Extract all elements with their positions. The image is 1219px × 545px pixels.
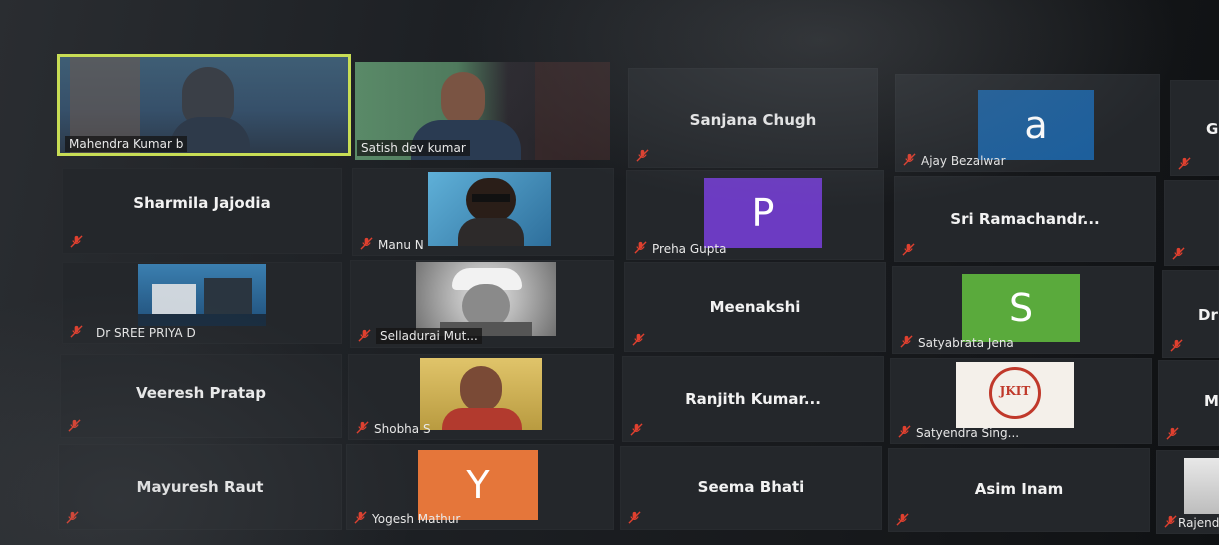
participant-tile-m[interactable]: M xyxy=(1158,360,1219,446)
participant-name: Dr xyxy=(1198,306,1218,324)
participant-tile-sharmila[interactable]: Sharmila Jajodia xyxy=(62,168,342,254)
participant-tile-yogesh[interactable]: Y Yogesh Mathur xyxy=(346,444,614,530)
participant-name: M xyxy=(1204,392,1219,410)
mic-muted-icon xyxy=(66,511,79,524)
mic-muted-icon xyxy=(68,419,81,432)
profile-photo xyxy=(420,358,542,430)
participant-name: Asim Inam xyxy=(974,480,1064,498)
mic-muted-icon xyxy=(1166,427,1179,440)
mic-muted-icon xyxy=(903,153,916,166)
participant-tile-sree-priya[interactable]: Dr SREE PRIYA D xyxy=(62,262,342,344)
participant-tile-veeresh[interactable]: Veeresh Pratap xyxy=(60,354,342,438)
mic-muted-icon xyxy=(354,511,367,524)
participant-name: Veeresh Pratap xyxy=(135,384,267,402)
participant-tile-satyendra[interactable]: JKIT Satyendra Sing... xyxy=(890,358,1152,444)
participant-tile-satyabrata[interactable]: S Satyabrata Jena xyxy=(892,266,1154,354)
mic-muted-icon xyxy=(358,329,371,342)
participant-name: Sanjana Chugh xyxy=(689,111,817,129)
mic-muted-icon xyxy=(630,423,643,436)
participant-name: Mahendra Kumar b xyxy=(65,136,188,152)
participant-tile-asim[interactable]: Asim Inam xyxy=(888,448,1150,532)
participant-name: Manu N xyxy=(378,238,424,252)
mic-muted-icon xyxy=(356,421,369,434)
participant-name: Rajend xyxy=(1178,516,1219,530)
participant-tile-satish[interactable]: Satish dev kumar xyxy=(355,62,610,160)
mic-muted-icon xyxy=(1170,339,1183,352)
participant-name: Ajay Bezalwar xyxy=(921,154,1006,168)
participant-tile-manu[interactable]: Manu N xyxy=(352,168,614,256)
mic-muted-icon xyxy=(70,325,83,338)
participant-tile-rajend[interactable]: Rajend xyxy=(1156,450,1219,534)
participant-name: Preha Gupta xyxy=(652,242,727,256)
profile-photo xyxy=(138,264,266,326)
participant-tile-sanjana[interactable]: Sanjana Chugh xyxy=(628,68,878,168)
participant-name: Selladurai Mut... xyxy=(376,328,482,344)
avatar: P xyxy=(704,178,822,248)
participant-tile-mahendra[interactable]: Mahendra Kumar b xyxy=(57,54,351,156)
participant-tile-shobha[interactable]: Shobha S xyxy=(348,354,614,440)
participant-tile-mayuresh[interactable]: Mayuresh Raut xyxy=(58,444,342,530)
avatar: Y xyxy=(418,450,538,520)
mic-muted-icon xyxy=(900,335,913,348)
participant-name: Mayuresh Raut xyxy=(136,478,264,496)
mic-muted-icon xyxy=(902,243,915,256)
participant-tile-seema[interactable]: Seema Bhati xyxy=(620,446,882,530)
participant-name: Ranjith Kumar... xyxy=(685,390,821,408)
participant-name: Yogesh Mathur xyxy=(372,512,461,526)
profile-photo xyxy=(1184,458,1219,514)
participant-name: Seema Bhati xyxy=(697,478,805,496)
participant-tile-ajay[interactable]: a Ajay Bezalwar xyxy=(895,74,1160,172)
gallery-view: Mahendra Kumar b Satish dev kumar Sanjan… xyxy=(0,0,1219,545)
jkit-logo: JKIT xyxy=(956,362,1074,428)
participant-tile-ranjith[interactable]: Ranjith Kumar... xyxy=(622,356,884,442)
participant-name: Satish dev kumar xyxy=(357,140,470,156)
mic-muted-icon xyxy=(1164,515,1177,528)
mic-muted-icon xyxy=(898,425,911,438)
profile-photo xyxy=(416,262,556,336)
participant-name: Satyabrata Jena xyxy=(918,336,1014,350)
participant-tile-partial-r2[interactable] xyxy=(1164,180,1219,266)
participant-tile-sri[interactable]: Sri Ramachandr... xyxy=(894,176,1156,262)
participant-tile-meenakshi[interactable]: Meenakshi xyxy=(624,262,886,352)
avatar: a xyxy=(978,90,1094,160)
participant-name: G xyxy=(1206,120,1219,138)
mic-muted-icon xyxy=(360,237,373,250)
participant-tile-g[interactable]: G xyxy=(1170,80,1219,176)
mic-muted-icon xyxy=(896,513,909,526)
mic-muted-icon xyxy=(636,149,649,162)
participant-name: Dr SREE PRIYA D xyxy=(96,326,196,340)
mic-muted-icon xyxy=(634,241,647,254)
participant-tile-selladurai[interactable]: Selladurai Mut... xyxy=(350,260,614,348)
mic-muted-icon xyxy=(628,511,641,524)
avatar: S xyxy=(962,274,1080,342)
participant-name: Shobha S xyxy=(374,422,431,436)
participant-name: Sharmila Jajodia xyxy=(133,194,271,212)
mic-muted-icon xyxy=(1172,247,1185,260)
mic-muted-icon xyxy=(1178,157,1191,170)
mic-muted-icon xyxy=(70,235,83,248)
mic-muted-icon xyxy=(632,333,645,346)
profile-photo xyxy=(428,172,551,246)
participant-name: Meenakshi xyxy=(709,298,801,316)
participant-name: Satyendra Sing... xyxy=(916,426,1020,440)
jkit-logo-text: JKIT xyxy=(999,384,1031,398)
participant-name: Sri Ramachandr... xyxy=(950,210,1100,228)
participant-tile-dr[interactable]: Dr xyxy=(1162,270,1219,358)
participant-tile-preha[interactable]: P Preha Gupta xyxy=(626,170,884,260)
